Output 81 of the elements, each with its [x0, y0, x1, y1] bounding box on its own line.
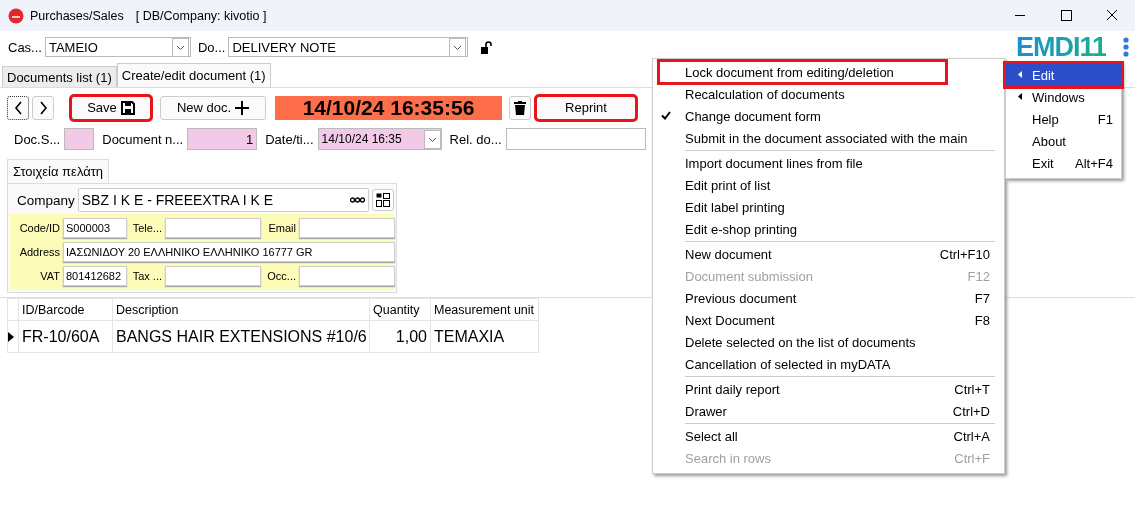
- next-button[interactable]: [32, 95, 54, 120]
- layout-button[interactable]: [372, 189, 394, 211]
- table-cell: BANGS HAIR EXTENSIONS #10/6: [112, 320, 370, 353]
- input-field[interactable]: [299, 218, 395, 238]
- field-label: Address: [18, 246, 60, 258]
- dropdown-icon[interactable]: [423, 129, 441, 149]
- field-label: Cas...: [8, 39, 42, 55]
- menu-item[interactable]: Select all Ctrl+A: [653, 425, 1004, 447]
- menu-item[interactable]: Edit: [1006, 64, 1121, 86]
- menu-item[interactable]: Help F1: [1006, 108, 1121, 130]
- menu-item[interactable]: Edit label printing: [653, 196, 1004, 218]
- clock: 14/10/24 16:35:56: [275, 95, 502, 120]
- window-subtitle: [ DB/Company: kivotio ]: [135, 8, 267, 23]
- menu-item[interactable]: Recalculation of documents: [653, 83, 1004, 105]
- menu-item[interactable]: Windows: [1006, 86, 1121, 108]
- column-header[interactable]: ID/Barcode: [18, 298, 113, 321]
- menu-item[interactable]: Change document form: [653, 105, 1004, 127]
- field-label: Company: [17, 192, 75, 208]
- input-field[interactable]: ΙΑΣΩΝΙΔΟΥ 20 ΕΛΛΗΝΙΚΟ ΕΛΛΗΝΙΚΟ 16777 GR: [63, 242, 395, 262]
- field-label: Date/ti...: [265, 131, 314, 147]
- company-field[interactable]: SBZ I K E - FREEEXTRA I K E: [77, 188, 369, 212]
- menu-item[interactable]: Previous document F7: [653, 287, 1004, 309]
- menu-item[interactable]: Import document lines from file: [653, 152, 1004, 174]
- chevron-left-icon: [13, 100, 23, 115]
- dropdown-icon[interactable]: [449, 37, 467, 57]
- menu-item[interactable]: Exit Alt+F4: [1006, 152, 1121, 174]
- dropdown-field[interactable]: DELIVERY NOTE: [228, 37, 469, 57]
- menu-item[interactable]: Submit in the document associated with the main: [653, 127, 1004, 149]
- more-icon[interactable]: [350, 197, 365, 203]
- column-header[interactable]: Measurement unit: [430, 298, 539, 321]
- chevron-right-icon: [38, 100, 48, 115]
- menu-item[interactable]: Print daily report Ctrl+T: [653, 378, 1004, 400]
- column-header[interactable]: Description: [112, 298, 370, 321]
- dropdown-field[interactable]: 14/10/24 16:35: [317, 128, 442, 150]
- tab[interactable]: Documents list (1): [2, 66, 117, 87]
- input-field[interactable]: 801412682: [63, 266, 127, 286]
- new-document-button[interactable]: New doc.: [160, 95, 266, 120]
- menu-item[interactable]: Edit print of list: [653, 174, 1004, 196]
- field-label: Tele...: [131, 222, 162, 234]
- dropdown-field[interactable]: TAMEIO: [44, 37, 191, 57]
- delete-button[interactable]: [509, 95, 531, 120]
- field-label: Rel. do...: [449, 131, 502, 147]
- unlocked-padlock-icon[interactable]: [481, 40, 493, 54]
- field-label: VAT: [39, 270, 60, 282]
- menu-item[interactable]: Next Document F8: [653, 309, 1004, 331]
- menu-item[interactable]: Lock document from editing/deletion: [657, 59, 948, 85]
- trash-icon: [514, 100, 526, 115]
- input-field[interactable]: S000003: [63, 218, 127, 238]
- save-button[interactable]: Save: [71, 95, 151, 120]
- menu-item[interactable]: Cancellation of selected in myDATA: [653, 353, 1004, 375]
- tab[interactable]: Create/edit document (1): [116, 63, 271, 87]
- app-icon: [8, 7, 24, 24]
- menu-item[interactable]: About: [1006, 130, 1121, 152]
- field-label: Occ...: [266, 270, 296, 282]
- menu-item[interactable]: Drawer Ctrl+D: [653, 400, 1004, 422]
- table-cell: 1,00: [369, 320, 431, 353]
- table-cell: FR-10/60A: [18, 320, 113, 353]
- field-label: Tax ...: [131, 270, 162, 282]
- input-field[interactable]: [299, 266, 395, 286]
- field-label: Code/ID: [18, 222, 60, 234]
- plus-icon: [235, 100, 250, 115]
- input-field[interactable]: [165, 218, 261, 238]
- grid-icon: [376, 193, 390, 207]
- window-title: Purchases/Sales: [30, 8, 124, 23]
- input-field[interactable]: [64, 128, 95, 150]
- field-label: Email: [267, 222, 296, 234]
- input-field[interactable]: [165, 266, 261, 286]
- input-field[interactable]: [505, 128, 646, 150]
- dropdown-icon[interactable]: [171, 37, 189, 57]
- previous-button[interactable]: [7, 95, 29, 120]
- column-header[interactable]: Quantity: [369, 298, 431, 321]
- table-cell: TEMAXIA: [430, 320, 539, 353]
- reprint-button[interactable]: Reprint: [536, 95, 636, 120]
- input-field[interactable]: 1: [187, 128, 258, 150]
- menu-item[interactable]: New document Ctrl+F10: [653, 243, 1004, 265]
- menu-item[interactable]: Edit e-shop printing: [653, 218, 1004, 240]
- menu-item[interactable]: Delete selected on the list of documents: [653, 331, 1004, 353]
- field-label: Document n...: [102, 131, 184, 147]
- field-label: Doc.S...: [14, 131, 61, 147]
- field-label: Do...: [197, 39, 226, 55]
- tab[interactable]: Στοιχεία πελάτη: [7, 159, 110, 183]
